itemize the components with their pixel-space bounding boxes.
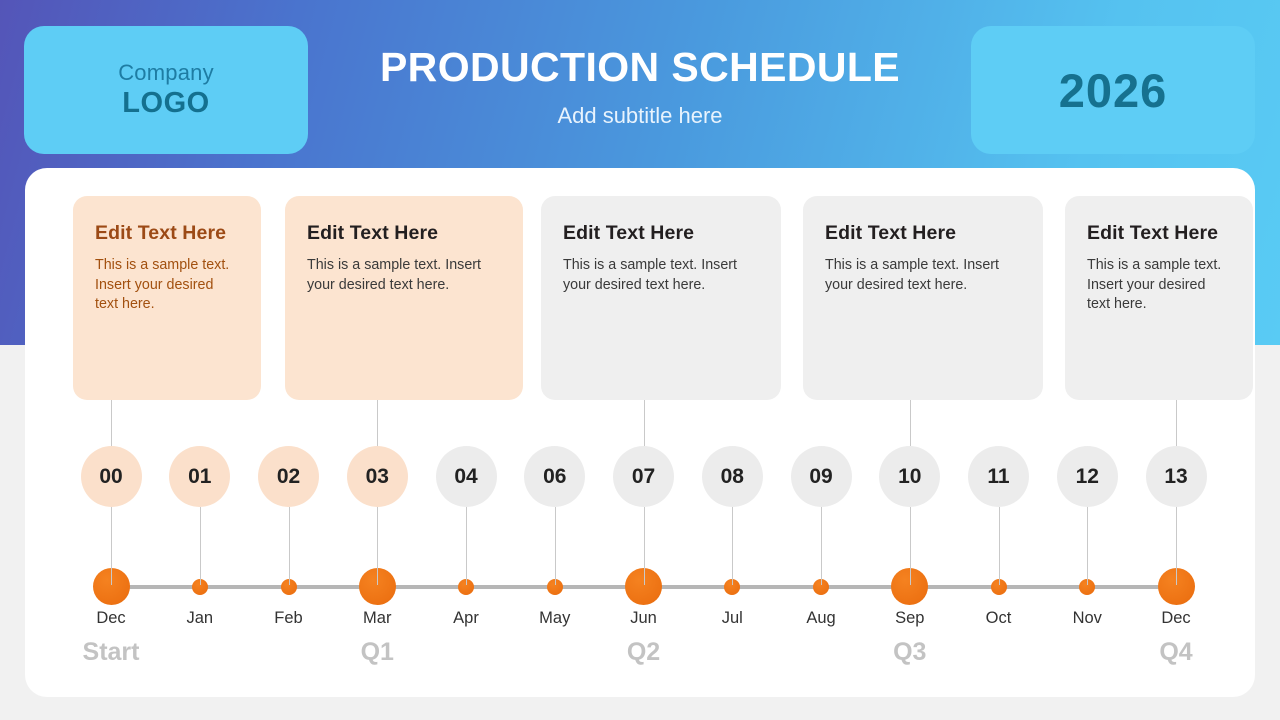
timeline-month-label: Jan [186,609,214,627]
timeline-month-label: Jul [721,609,743,627]
info-card-body: This is a sample text. Insert your desir… [563,257,738,293]
milestone-numbers-row: 00 01 02 03 04 06 07 08 09 10 11 12 13 [25,446,1255,510]
milestone-number-circle[interactable]: 02 [258,446,319,507]
milestone-connector-line [998,507,1000,585]
milestone-number-circle[interactable]: 08 [701,446,763,507]
page-title: PRODUCTION SCHEDULE [379,44,901,90]
info-card[interactable]: Edit Text Here This is a sample text. Ins… [541,196,781,400]
info-card[interactable]: Edit Text Here This is a sample text. Ins… [73,196,261,400]
info-card-body: This is a sample text. Insert your desir… [95,257,230,313]
milestone-number-circle[interactable]: 11 [968,446,1029,507]
milestone-connector-line [199,507,201,585]
milestone-connector-line [821,507,822,585]
logo-company-label: Company [118,59,214,85]
timeline-month-label: May [539,609,571,627]
milestone-number-circle[interactable]: 07 [613,446,674,507]
info-card-title: Edit Text Here [95,222,227,244]
timeline-month-label: Mar [363,609,392,627]
company-logo-box[interactable]: Company LOGO [24,26,308,154]
milestone-number-circle[interactable]: 06 [524,446,586,507]
info-card[interactable]: Edit Text Here This is a sample text. Ins… [285,196,523,400]
logo-name-label: LOGO [122,86,210,119]
milestone-connector-line [111,507,112,585]
year-label: 2026 [1058,63,1168,117]
milestone-connector-line [732,507,734,585]
info-card-title: Edit Text Here [307,222,439,244]
info-card-title: Edit Text Here [825,222,957,244]
card-connector-line [643,400,645,446]
timeline-month-label: Nov [1072,609,1102,627]
milestone-number-circle[interactable]: 13 [1145,446,1207,507]
info-card-body: This is a sample text. Insert your desir… [307,257,482,293]
timeline-month-label: Aug [806,609,836,627]
timeline-panel: Edit Text Here This is a sample text. Ins… [25,168,1255,697]
info-card[interactable]: Edit Text Here This is a sample text. Ins… [1065,196,1253,400]
card-connector-line [377,400,379,446]
card-connector-line [909,400,911,446]
milestone-connector-line [909,507,911,585]
milestone-number-circle[interactable]: 01 [169,446,231,507]
timeline-quarter-label: Q1 [360,638,394,666]
info-card-body: This is a sample text. Insert your desir… [825,257,1000,293]
milestone-connector-line [554,507,556,585]
page-subtitle: Add subtitle here [557,103,723,128]
timeline-quarter-label: Q2 [626,638,661,666]
milestone-number-circle[interactable]: 04 [435,446,497,507]
timeline-month-label: Feb [274,609,303,627]
info-card-body: This is a sample text. Insert your desir… [1087,257,1222,313]
info-card-title: Edit Text Here [563,222,695,244]
milestone-number-circle[interactable]: 10 [879,446,941,507]
timeline-quarter-label: Q4 [1159,638,1193,666]
milestone-number-circle[interactable]: 12 [1056,446,1118,507]
timeline-month-label: Dec [96,609,126,627]
info-card-title: Edit Text Here [1087,222,1219,244]
milestone-number-circle[interactable]: 09 [790,446,852,507]
milestone-number-circle[interactable]: 00 [80,446,142,507]
timeline-quarter-label: Q3 [893,638,927,666]
card-connector-line [111,400,112,446]
milestone-connector-line [1176,507,1177,585]
timeline-month-label: Dec [1161,609,1191,627]
title-block: PRODUCTION SCHEDULE Add subtitle here [320,44,960,129]
timeline-month-label: Oct [985,609,1012,627]
milestone-number-circle[interactable]: 03 [346,446,408,507]
milestone-connector-line [377,507,379,585]
timeline-quarter-label: Start [82,638,140,666]
card-connector-line [1176,400,1177,446]
timeline-track: Dec Start Jan Feb Mar Q1 Apr May Jun Q2 Jul Aug Sep Q… [25,566,1255,686]
milestone-connector-line [288,507,290,585]
milestone-connector-line [643,507,645,585]
info-card[interactable]: Edit Text Here This is a sample text. Ins… [803,196,1043,400]
milestone-connector-line [1087,507,1089,585]
timeline-month-label: Jun [630,609,657,627]
cards-row: Edit Text Here This is a sample text. Ins… [47,196,1253,426]
timeline-month-label: Sep [895,609,925,627]
timeline-month-label: Apr [453,609,479,627]
year-box[interactable]: 2026 [971,26,1255,154]
milestone-connector-line [466,507,467,585]
